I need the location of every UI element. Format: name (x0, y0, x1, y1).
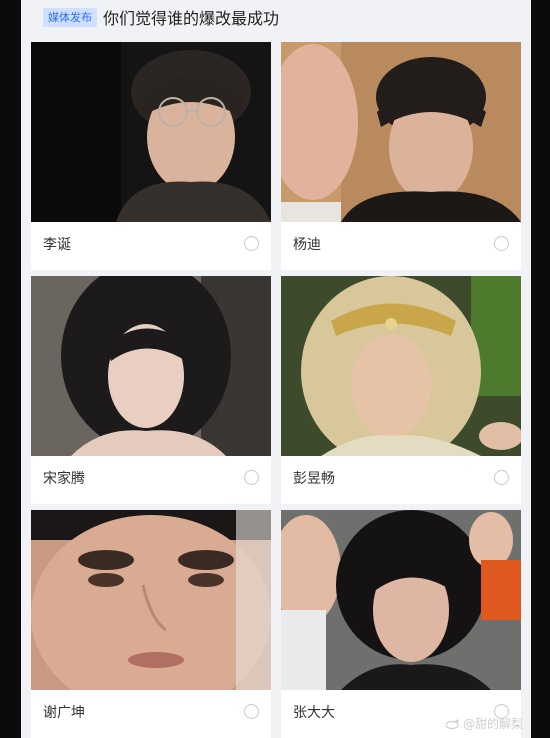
option-photo (31, 42, 271, 222)
option-radio[interactable] (244, 470, 259, 485)
watermark-text: @甜的解梨 (462, 717, 523, 731)
option-name: 宋家腾 (43, 471, 85, 487)
option-radio[interactable] (244, 704, 259, 719)
option-photo (281, 42, 521, 222)
option-name: 谢广坤 (43, 705, 85, 721)
option-radio[interactable] (244, 236, 259, 251)
option-photo (281, 276, 521, 456)
weibo-icon (445, 719, 459, 729)
poll-option-6[interactable]: 张大大 (281, 510, 521, 738)
option-photo (281, 510, 521, 690)
poll-panel: 媒体发布 你们觉得谁的爆改最成功 李诞 杨迪 宋家腾 彭昱畅 谢广坤 张大大 @… (21, 0, 531, 738)
option-photo (31, 276, 271, 456)
option-photo (31, 510, 271, 690)
poll-option-4[interactable]: 彭昱畅 (281, 276, 521, 504)
poll-option-5[interactable]: 谢广坤 (31, 510, 271, 738)
poll-header: 媒体发布 你们觉得谁的爆改最成功 (21, 0, 531, 34)
poll-question: 你们觉得谁的爆改最成功 (103, 9, 280, 28)
option-radio[interactable] (494, 236, 509, 251)
option-name: 张大大 (293, 705, 335, 721)
option-radio[interactable] (494, 470, 509, 485)
option-name: 彭昱畅 (293, 471, 335, 487)
option-name: 李诞 (43, 237, 71, 253)
option-name: 杨迪 (293, 237, 321, 253)
poll-option-3[interactable]: 宋家腾 (31, 276, 271, 504)
weibo-watermark: @甜的解梨 (445, 715, 523, 732)
poll-option-1[interactable]: 李诞 (31, 42, 271, 270)
media-badge: 媒体发布 (43, 7, 97, 27)
poll-option-2[interactable]: 杨迪 (281, 42, 521, 270)
